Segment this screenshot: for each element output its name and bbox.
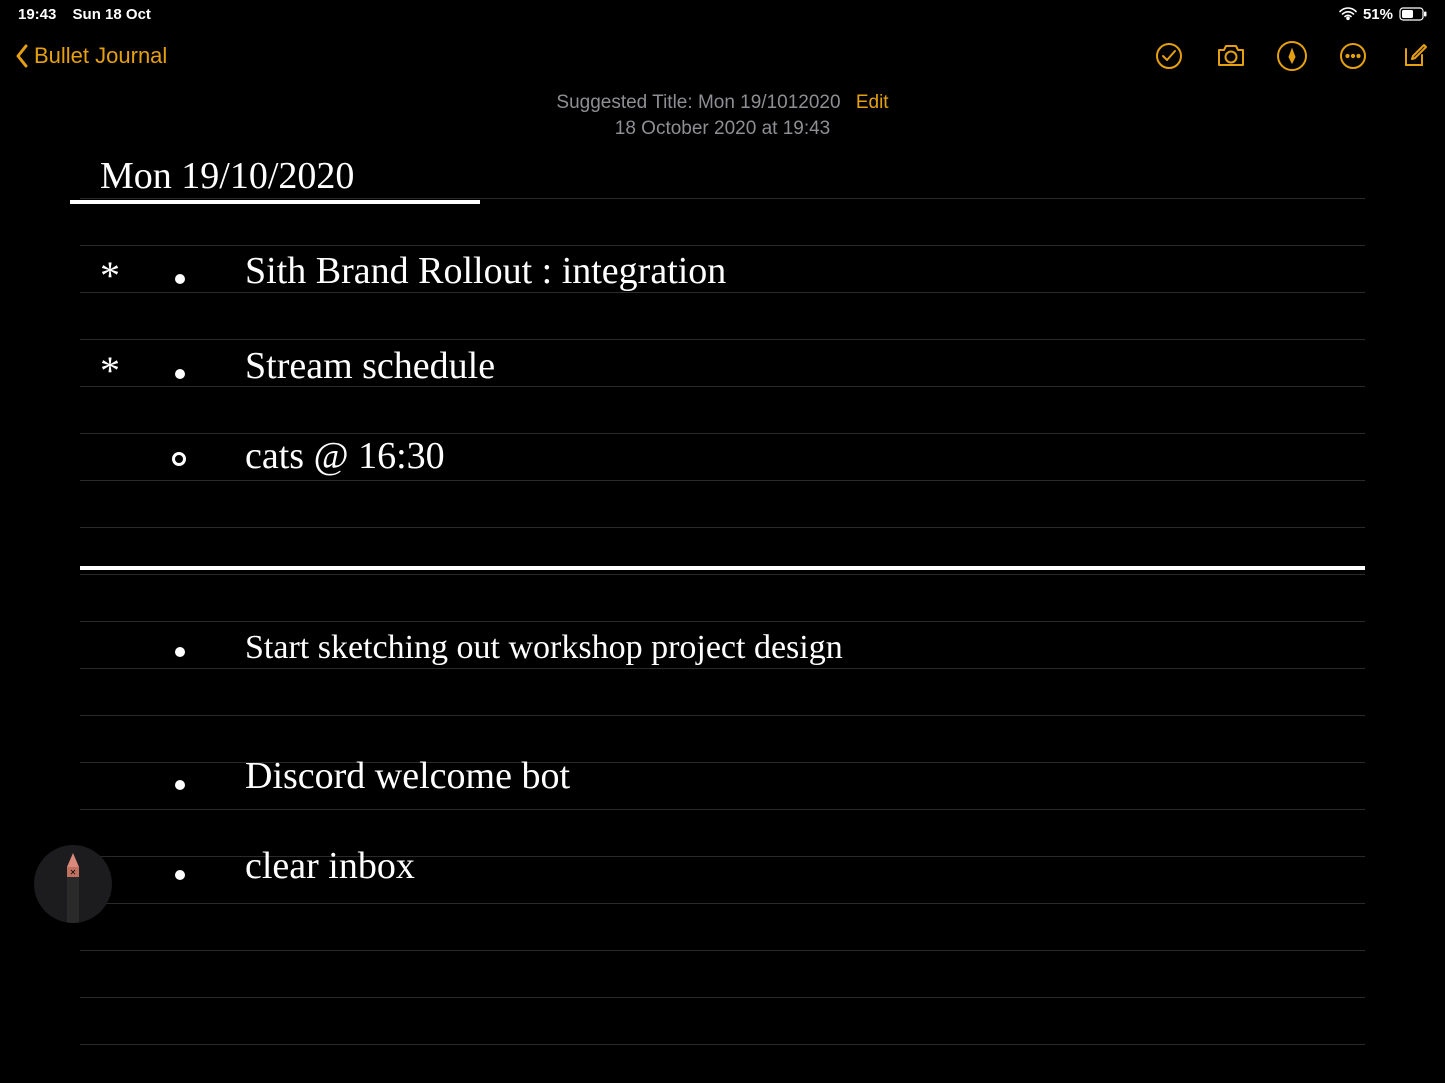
task-text: Stream schedule xyxy=(245,347,495,385)
title-underline xyxy=(70,200,480,204)
back-button[interactable]: Bullet Journal xyxy=(14,43,167,69)
note-canvas[interactable]: Mon 19/10/2020 * Sith Brand Rollout : in… xyxy=(80,152,1365,1083)
divider-rule xyxy=(80,566,1365,570)
status-time: 19:43 xyxy=(18,6,56,23)
markup-pen-icon[interactable] xyxy=(1277,41,1307,71)
task-text: clear inbox xyxy=(245,847,415,885)
task-text: cats @ 16:30 xyxy=(245,437,445,475)
bullet-dot-icon xyxy=(175,780,185,790)
bullet-dot-icon xyxy=(175,369,185,379)
status-date: Sun 18 Oct xyxy=(73,6,151,23)
bullet-dot-icon xyxy=(175,647,185,657)
status-left: 19:43 Sun 18 Oct xyxy=(18,6,163,23)
task-text: Start sketching out workshop project des… xyxy=(245,622,1075,673)
task-text: Sith Brand Rollout : integration xyxy=(245,252,726,290)
note-title: Mon 19/10/2020 xyxy=(100,157,354,195)
status-bar: 19:43 Sun 18 Oct 51% xyxy=(0,0,1445,28)
note-timestamp: 18 October 2020 at 19:43 xyxy=(615,118,831,139)
checkmark-circle-icon[interactable] xyxy=(1153,40,1185,72)
pencil-icon: ✕ xyxy=(63,853,83,923)
nav-bar: Bullet Journal xyxy=(0,28,1445,84)
bullet-dot-icon xyxy=(175,870,185,880)
camera-icon[interactable] xyxy=(1215,40,1247,72)
more-circle-icon[interactable] xyxy=(1337,40,1369,72)
svg-text:✕: ✕ xyxy=(70,868,77,877)
pencil-tool-button[interactable]: ✕ xyxy=(34,845,112,923)
wifi-icon xyxy=(1339,7,1357,21)
battery-icon xyxy=(1399,7,1427,21)
status-right: 51% xyxy=(1339,6,1427,23)
toolbar xyxy=(1153,40,1431,72)
event-ring-icon xyxy=(172,452,186,466)
battery-percent: 51% xyxy=(1363,6,1393,23)
priority-star-icon: * xyxy=(100,252,120,299)
suggested-title-prefix: Suggested Title: xyxy=(556,92,692,113)
priority-star-icon: * xyxy=(100,347,120,394)
back-label: Bullet Journal xyxy=(34,43,167,69)
note-header: Suggested Title: Mon 19/1012020 Edit 18 … xyxy=(0,88,1445,140)
edit-title-button[interactable]: Edit xyxy=(856,92,889,113)
task-text: Discord welcome bot xyxy=(245,757,570,795)
suggested-title-value: Mon 19/1012020 xyxy=(698,92,841,113)
compose-icon[interactable] xyxy=(1399,40,1431,72)
bullet-dot-icon xyxy=(175,274,185,284)
